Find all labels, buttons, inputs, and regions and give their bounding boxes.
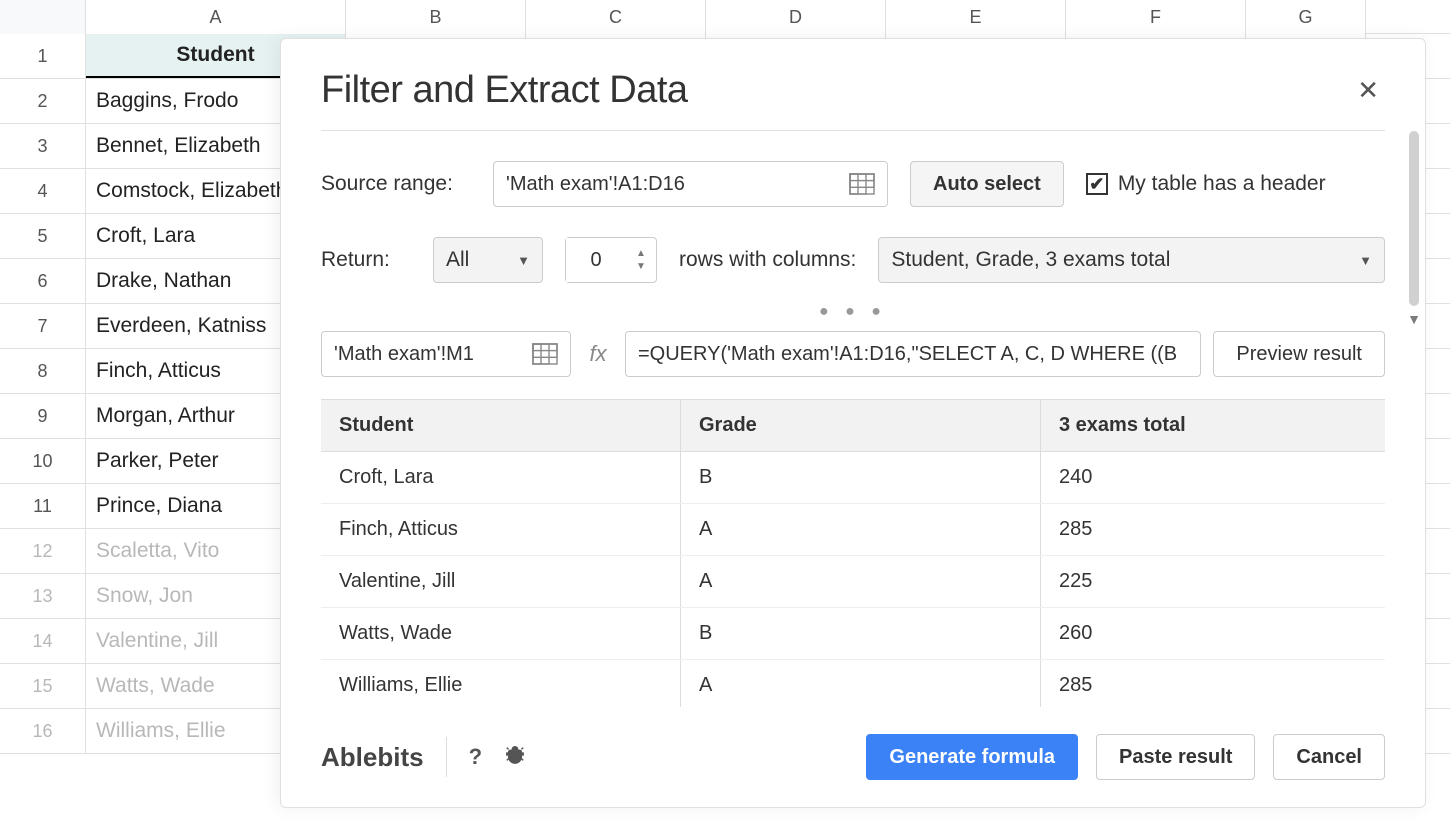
row-header[interactable]: 5 (0, 214, 86, 258)
row-header[interactable]: 3 (0, 124, 86, 168)
drag-handle-icon[interactable]: ● ● ● (321, 303, 1385, 321)
column-header-row: ABCDEFG (0, 0, 1450, 34)
header-checkbox-label: My table has a header (1118, 172, 1326, 196)
select-all-corner[interactable] (0, 0, 86, 34)
source-range-row: Source range: 'Math exam'!A1:D16 Auto se… (321, 161, 1385, 207)
results-row: Croft, LaraB240 (321, 452, 1385, 504)
dialog-title: Filter and Extract Data (321, 69, 688, 112)
results-cell: A (681, 556, 1041, 607)
results-cell: 260 (1041, 608, 1385, 659)
row-header[interactable]: 9 (0, 394, 86, 438)
brand-logo: Ablebits (321, 742, 424, 773)
return-count-input[interactable] (566, 238, 626, 282)
formula-value: =QUERY('Math exam'!A1:D16,"SELECT A, C, … (638, 343, 1177, 366)
results-cell: Finch, Atticus (321, 504, 681, 555)
row-header[interactable]: 10 (0, 439, 86, 483)
row-header[interactable]: 7 (0, 304, 86, 348)
rows-with-columns-label: rows with columns: (679, 248, 856, 272)
preview-result-button[interactable]: Preview result (1213, 331, 1385, 377)
filter-extract-dialog: Filter and Extract Data ✕ ▼ Source range… (280, 38, 1426, 808)
results-cell: Valentine, Jill (321, 556, 681, 607)
formula-input[interactable]: =QUERY('Math exam'!A1:D16,"SELECT A, C, … (625, 331, 1201, 377)
cancel-button[interactable]: Cancel (1273, 734, 1385, 780)
row-header[interactable]: 12 (0, 529, 86, 573)
range-picker-icon[interactable] (849, 173, 875, 195)
results-cell: 285 (1041, 504, 1385, 555)
bug-icon[interactable] (504, 743, 526, 771)
dialog-footer: Ablebits ? Generate formula Paste result… (281, 707, 1425, 807)
column-header[interactable]: G (1246, 0, 1366, 34)
results-row: Williams, EllieA285 (321, 660, 1385, 707)
destination-input[interactable]: 'Math exam'!M1 (321, 331, 571, 377)
header-checkbox[interactable]: ✔ My table has a header (1086, 172, 1326, 196)
row-header[interactable]: 6 (0, 259, 86, 303)
row-header[interactable]: 13 (0, 574, 86, 618)
close-icon[interactable]: ✕ (1351, 69, 1385, 112)
results-header-row: Student Grade 3 exams total (321, 400, 1385, 452)
row-header[interactable]: 8 (0, 349, 86, 393)
row-header[interactable]: 2 (0, 79, 86, 123)
row-header[interactable]: 11 (0, 484, 86, 528)
column-header[interactable]: E (886, 0, 1066, 34)
return-row: Return: All ▼ ▲ ▼ rows with columns: Stu… (321, 237, 1385, 283)
results-cell: 225 (1041, 556, 1385, 607)
results-table: Student Grade 3 exams total Croft, LaraB… (321, 399, 1385, 707)
results-cell: 240 (1041, 452, 1385, 503)
range-picker-icon[interactable] (532, 343, 558, 365)
return-count-stepper[interactable]: ▲ ▼ (565, 237, 657, 283)
results-row: Valentine, JillA225 (321, 556, 1385, 608)
scroll-down-icon[interactable]: ▼ (1407, 311, 1421, 327)
generate-formula-button[interactable]: Generate formula (866, 734, 1078, 780)
divider (446, 737, 447, 777)
step-up-icon[interactable]: ▲ (636, 248, 646, 259)
columns-select-value: Student, Grade, 3 exams total (891, 248, 1170, 272)
results-cell: A (681, 504, 1041, 555)
column-header[interactable]: B (346, 0, 526, 34)
help-icon[interactable]: ? (469, 744, 482, 770)
chevron-down-icon: ▼ (1359, 253, 1372, 268)
row-header[interactable]: 15 (0, 664, 86, 708)
dialog-body: ▼ Source range: 'Math exam'!A1:D16 Auto … (281, 131, 1425, 707)
results-cell: 285 (1041, 660, 1385, 707)
destination-value: 'Math exam'!M1 (334, 343, 474, 366)
step-down-icon[interactable]: ▼ (636, 261, 646, 272)
results-row: Finch, AtticusA285 (321, 504, 1385, 556)
results-header: Student (321, 400, 681, 451)
column-header[interactable]: C (526, 0, 706, 34)
row-header[interactable]: 14 (0, 619, 86, 663)
scrollbar-thumb[interactable] (1409, 131, 1419, 306)
results-header: Grade (681, 400, 1041, 451)
fx-icon: fx (583, 341, 613, 367)
row-header[interactable]: 1 (0, 34, 86, 78)
results-cell: Croft, Lara (321, 452, 681, 503)
formula-row: 'Math exam'!M1 fx =QUERY('Math exam'!A1:… (321, 331, 1385, 377)
checkbox-icon: ✔ (1086, 173, 1108, 195)
results-header: 3 exams total (1041, 400, 1385, 451)
results-cell: Williams, Ellie (321, 660, 681, 707)
auto-select-button[interactable]: Auto select (910, 161, 1064, 207)
return-mode-value: All (446, 248, 469, 272)
results-row: Watts, WadeB260 (321, 608, 1385, 660)
column-header[interactable]: D (706, 0, 886, 34)
dialog-header: Filter and Extract Data ✕ (281, 39, 1425, 130)
return-label: Return: (321, 248, 411, 272)
results-cell: Watts, Wade (321, 608, 681, 659)
row-header[interactable]: 4 (0, 169, 86, 213)
paste-result-button[interactable]: Paste result (1096, 734, 1255, 780)
column-header[interactable]: A (86, 0, 346, 34)
source-range-label: Source range: (321, 172, 471, 196)
column-header[interactable]: F (1066, 0, 1246, 34)
results-cell: A (681, 660, 1041, 707)
columns-select[interactable]: Student, Grade, 3 exams total ▼ (878, 237, 1385, 283)
source-range-input[interactable]: 'Math exam'!A1:D16 (493, 161, 888, 207)
results-cell: B (681, 452, 1041, 503)
source-range-value: 'Math exam'!A1:D16 (506, 173, 685, 196)
results-cell: B (681, 608, 1041, 659)
row-header[interactable]: 16 (0, 709, 86, 753)
chevron-down-icon: ▼ (517, 253, 530, 268)
return-mode-select[interactable]: All ▼ (433, 237, 543, 283)
